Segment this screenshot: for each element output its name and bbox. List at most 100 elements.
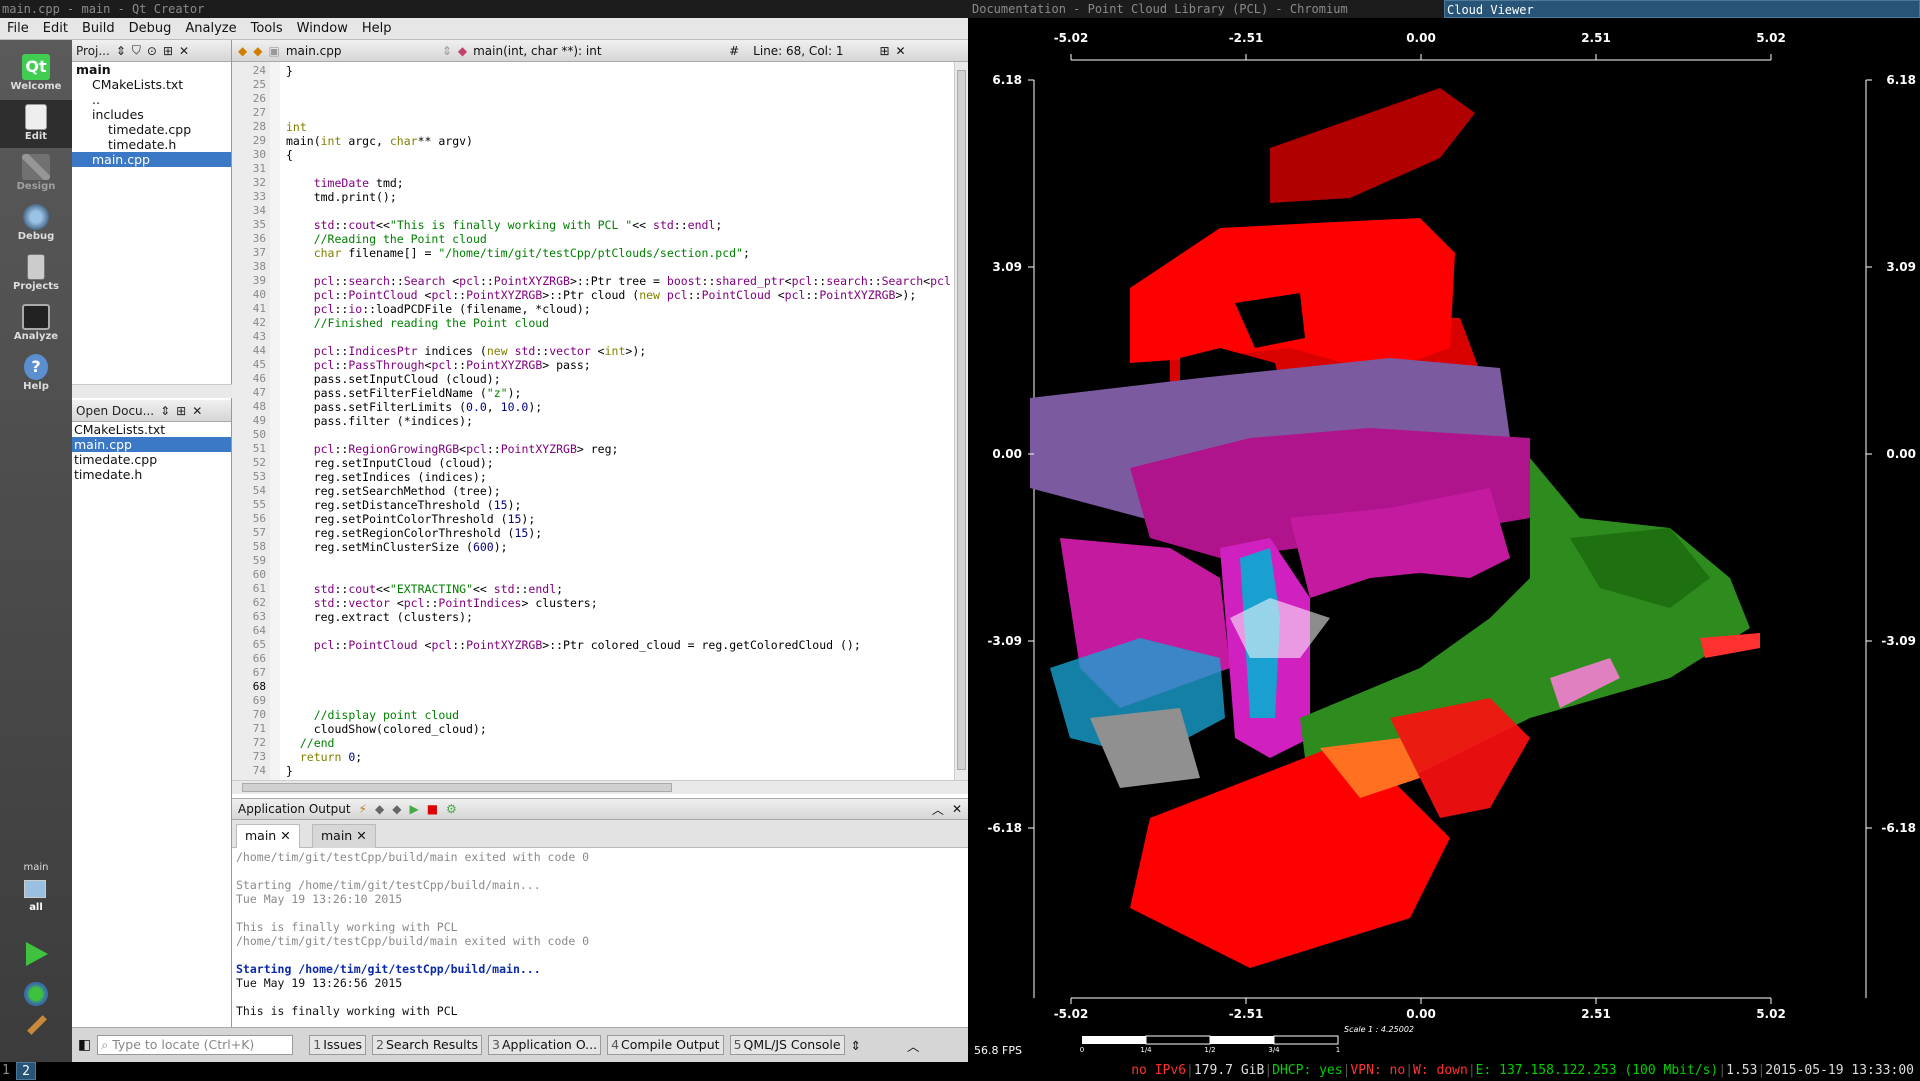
code-line[interactable]: std::cout<<"EXTRACTING"<< std::endl; <box>286 582 954 596</box>
close-icon[interactable]: ✕ <box>192 404 202 418</box>
code-line[interactable]: return 0; <box>286 750 954 764</box>
code-line[interactable]: reg.setSearchMethod (tree); <box>286 484 954 498</box>
close-icon[interactable]: ✕ <box>896 44 906 58</box>
link-icon[interactable]: ⊙ <box>147 44 157 58</box>
projects-hscrollbar[interactable] <box>72 384 232 398</box>
code-line[interactable] <box>286 624 954 638</box>
editor-hscrollbar[interactable] <box>232 780 968 794</box>
open-document-item[interactable]: timedate.h <box>72 467 231 482</box>
code-line[interactable]: reg.setRegionColorThreshold (15); <box>286 526 954 540</box>
mode-analyze[interactable]: Analyze <box>0 300 72 348</box>
code-line[interactable]: //end <box>286 736 954 750</box>
close-icon[interactable]: ✕ <box>280 828 290 843</box>
menu-analyze[interactable]: Analyze <box>178 21 243 36</box>
code-line[interactable] <box>286 106 954 120</box>
code-line[interactable] <box>286 92 954 106</box>
code-line[interactable]: std::vector <pcl::PointIndices> clusters… <box>286 596 954 610</box>
code-line[interactable]: } <box>286 64 954 78</box>
mode-debug[interactable]: Debug <box>0 200 72 248</box>
close-icon[interactable]: ✕ <box>356 828 366 843</box>
chevron-updown-icon[interactable]: ⇕ <box>851 1038 861 1053</box>
stop-icon[interactable]: ■ <box>427 802 438 816</box>
application-output[interactable]: /home/tim/git/testCpp/build/main exited … <box>232 848 968 1027</box>
code-line[interactable]: char filename[] = "/home/tim/git/testCpp… <box>286 246 954 260</box>
chevron-updown-icon[interactable]: ⇕ <box>116 44 126 58</box>
scroll-thumb[interactable] <box>957 70 966 770</box>
code-line[interactable]: reg.extract (clusters); <box>286 610 954 624</box>
mode-welcome[interactable]: Qt Welcome <box>0 50 72 98</box>
menu-window[interactable]: Window <box>290 21 355 36</box>
code-line[interactable]: reg.setInputCloud (cloud); <box>286 456 954 470</box>
code-line[interactable]: std::cout<<"This is finally working with… <box>286 218 954 232</box>
rerun-icon[interactable]: ⚡ <box>359 802 367 816</box>
menu-help[interactable]: Help <box>355 21 399 36</box>
scroll-thumb[interactable] <box>242 783 672 792</box>
attach-icon[interactable]: ⚙ <box>446 802 457 816</box>
code-text[interactable]: } int main(int argc, char** argv){ timeDa… <box>286 62 954 780</box>
code-line[interactable]: pcl::io::loadPCDFile (filename, *cloud); <box>286 302 954 316</box>
output-tab-main-2[interactable]: main ✕ <box>312 824 376 848</box>
code-line[interactable]: pcl::PassThrough<pcl::PointXYZRGB> pass; <box>286 358 954 372</box>
code-line[interactable]: pass.setFilterFieldName ("z"); <box>286 386 954 400</box>
symbol-selector[interactable]: main(int, char **): int <box>473 44 723 58</box>
code-editor[interactable]: 24 25 26 27 28 29 30 31 32 33 34 35 36 37 38 39 40 41 42 43… <box>232 62 968 798</box>
split-icon[interactable]: ⊞ <box>879 44 889 58</box>
code-line[interactable]: //display point cloud <box>286 708 954 722</box>
tree-item[interactable]: .. <box>72 92 231 107</box>
fold-margin[interactable] <box>270 62 280 780</box>
menu-tools[interactable]: Tools <box>244 21 290 36</box>
workspace-2[interactable]: 2 <box>16 1062 36 1080</box>
pane-button-issues[interactable]: 1 Issues <box>309 1035 367 1055</box>
maximize-icon[interactable]: ︿ <box>932 801 944 818</box>
mode-projects[interactable]: Projects <box>0 250 72 298</box>
code-line[interactable]: pcl::RegionGrowingRGB<pcl::PointXYZRGB> … <box>286 442 954 456</box>
code-line[interactable]: tmd.print(); <box>286 190 954 204</box>
menu-edit[interactable]: Edit <box>36 21 75 36</box>
code-line[interactable]: //Reading the Point cloud <box>286 232 954 246</box>
code-line[interactable] <box>286 568 954 582</box>
code-line[interactable]: reg.setDistanceThreshold (15); <box>286 498 954 512</box>
next-icon[interactable]: ◆ <box>392 802 401 816</box>
menu-file[interactable]: File <box>0 21 36 36</box>
play-icon[interactable]: ▶ <box>409 802 418 816</box>
mode-edit[interactable]: Edit <box>0 100 72 148</box>
code-line[interactable] <box>286 162 954 176</box>
code-line[interactable]: } <box>286 764 954 778</box>
code-line[interactable]: pcl::IndicesPtr indices (new std::vector… <box>286 344 954 358</box>
code-line[interactable] <box>286 694 954 708</box>
split-icon[interactable]: ⊞ <box>163 44 173 58</box>
pane-button-compile-output[interactable]: 4 Compile Output <box>607 1035 724 1055</box>
code-line[interactable]: reg.setIndices (indices); <box>286 470 954 484</box>
mode-help[interactable]: ? Help <box>0 350 72 398</box>
open-document-item[interactable]: timedate.cpp <box>72 452 231 467</box>
run-icon[interactable] <box>26 942 48 966</box>
code-line[interactable] <box>286 330 954 344</box>
code-line[interactable] <box>286 204 954 218</box>
code-line[interactable] <box>286 652 954 666</box>
cloud-viewer-window[interactable]: -5.02 -2.51 0.00 2.51 5.02 -5.02 -2.51 0.00 2.5… <box>970 18 1920 1062</box>
pane-button-qmljs-console[interactable]: 5 QML/JS Console <box>729 1035 845 1055</box>
code-line[interactable]: pcl::PointCloud <pcl::PointXYZRGB>::Ptr … <box>286 638 954 652</box>
code-line[interactable] <box>286 666 954 680</box>
prev-icon[interactable]: ◆ <box>375 802 384 816</box>
open-document-item[interactable]: CMakeLists.txt <box>72 422 231 437</box>
forward-arrow-icon[interactable]: ◆ <box>253 44 262 58</box>
point-cloud-canvas[interactable]: -5.02 -2.51 0.00 2.51 5.02 -5.02 -2.51 0.00 2.5… <box>970 18 1920 1062</box>
wm-tab-chromium[interactable]: Documentation - Point Cloud Library (PCL… <box>970 0 1444 18</box>
mode-design[interactable]: Design <box>0 150 72 198</box>
close-icon[interactable]: ✕ <box>179 44 189 58</box>
back-arrow-icon[interactable]: ◆ <box>238 44 247 58</box>
menu-debug[interactable]: Debug <box>122 21 179 36</box>
tree-item[interactable]: timedate.cpp <box>72 122 231 137</box>
code-line[interactable]: pass.filter (*indices); <box>286 414 954 428</box>
file-selector[interactable]: main.cpp <box>286 44 436 58</box>
code-line[interactable]: timeDate tmd; <box>286 176 954 190</box>
wm-tab-qtcreator[interactable]: main.cpp - main - Qt Creator <box>0 0 970 18</box>
open-documents-title[interactable]: Open Docu... <box>76 404 154 418</box>
tree-item[interactable]: CMakeLists.txt <box>72 77 231 92</box>
code-line[interactable] <box>286 554 954 568</box>
tree-item[interactable]: includes <box>72 107 231 122</box>
chevron-updown-icon[interactable]: ⇕ <box>442 44 452 58</box>
tree-item[interactable]: main.cpp <box>72 152 231 167</box>
code-line[interactable]: pcl::search::Search <pcl::PointXYZRGB>::… <box>286 274 954 288</box>
